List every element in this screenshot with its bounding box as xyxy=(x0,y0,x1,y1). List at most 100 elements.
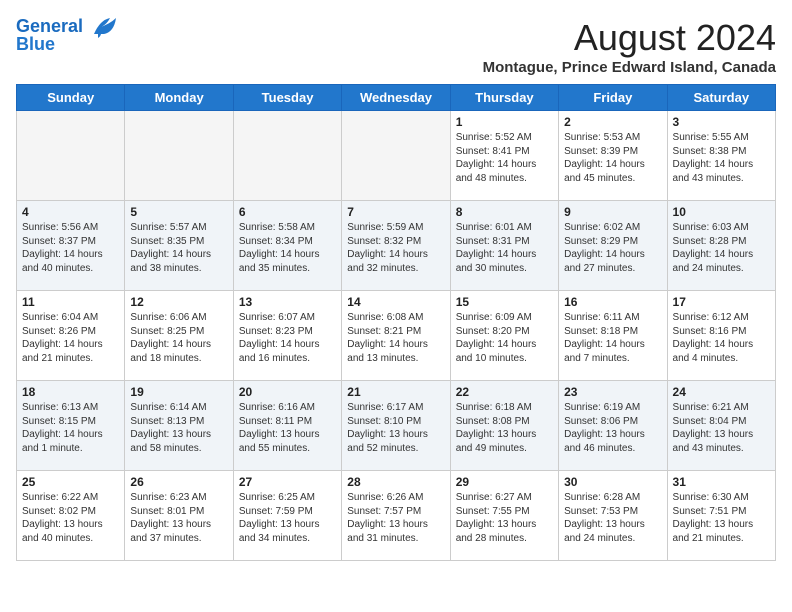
day-cell-10: 10Sunrise: 6:03 AM Sunset: 8:28 PM Dayli… xyxy=(667,201,775,291)
day-number: 28 xyxy=(347,475,444,489)
day-info: Sunrise: 6:01 AM Sunset: 8:31 PM Dayligh… xyxy=(456,221,553,275)
day-cell-4: 4 Sunrise: 5:56 AM Sunset: 8:37 PM Daylig… xyxy=(17,201,125,291)
day-cell-1: 1Sunrise: 5:52 AM Sunset: 8:41 PM Daylig… xyxy=(450,111,558,201)
day-cell-21: 21 Sunrise: 6:17 AM Sunset: 8:10 PM Dayli… xyxy=(342,381,450,471)
day-info: Sunrise: 6:28 AM Sunset: 7:53 PM Dayligh… xyxy=(564,491,661,545)
day-info: Sunrise: 6:02 AM Sunset: 8:29 PM Dayligh… xyxy=(564,221,661,275)
day-info: Sunrise: 6:18 AM Sunset: 8:08 PM Dayligh… xyxy=(456,401,553,455)
day-number: 15 xyxy=(456,295,553,309)
logo: General Blue xyxy=(16,16,118,55)
day-cell-30: 30 Sunrise: 6:28 AM Sunset: 7:53 PM Dayli… xyxy=(559,471,667,561)
calendar-title: August 2024 xyxy=(483,16,776,59)
day-cell-7: 7Sunrise: 5:59 AM Sunset: 8:32 PM Daylig… xyxy=(342,201,450,291)
day-info: Sunrise: 6:22 AM Sunset: 8:02 PM Dayligh… xyxy=(22,491,119,545)
day-cell-27: 27 Sunrise: 6:25 AM Sunset: 7:59 PM Dayli… xyxy=(233,471,341,561)
day-header-tuesday: Tuesday xyxy=(233,85,341,111)
day-cell-5: 5 Sunrise: 5:57 AM Sunset: 8:35 PM Daylig… xyxy=(125,201,233,291)
day-info: Sunrise: 6:25 AM Sunset: 7:59 PM Dayligh… xyxy=(239,491,336,545)
day-number: 5 xyxy=(130,205,227,219)
day-cell-14: 14 Sunrise: 6:08 AM Sunset: 8:21 PM Dayli… xyxy=(342,291,450,381)
day-cell-31: 31 Sunrise: 6:30 AM Sunset: 7:51 PM Dayli… xyxy=(667,471,775,561)
empty-cell xyxy=(17,111,125,201)
day-number: 16 xyxy=(564,295,661,309)
day-number: 2 xyxy=(564,115,661,129)
day-number: 11 xyxy=(22,295,119,309)
day-number: 8 xyxy=(456,205,553,219)
day-number: 17 xyxy=(673,295,770,309)
day-number: 23 xyxy=(564,385,661,399)
day-header-wednesday: Wednesday xyxy=(342,85,450,111)
empty-cell xyxy=(233,111,341,201)
day-number: 3 xyxy=(673,115,770,129)
day-info: Sunrise: 6:27 AM Sunset: 7:55 PM Dayligh… xyxy=(456,491,553,545)
day-number: 26 xyxy=(130,475,227,489)
day-cell-11: 11 Sunrise: 6:04 AM Sunset: 8:26 PM Dayli… xyxy=(17,291,125,381)
day-info: Sunrise: 6:12 AM Sunset: 8:16 PM Dayligh… xyxy=(673,311,770,365)
day-header-sunday: Sunday xyxy=(17,85,125,111)
day-number: 1 xyxy=(456,115,553,129)
day-number: 25 xyxy=(22,475,119,489)
day-cell-3: 3 Sunrise: 5:55 AM Sunset: 8:38 PM Daylig… xyxy=(667,111,775,201)
day-number: 12 xyxy=(130,295,227,309)
day-number: 29 xyxy=(456,475,553,489)
day-header-friday: Friday xyxy=(559,85,667,111)
day-info: Sunrise: 5:53 AM Sunset: 8:39 PM Dayligh… xyxy=(564,131,661,185)
day-info: Sunrise: 6:08 AM Sunset: 8:21 PM Dayligh… xyxy=(347,311,444,365)
day-number: 24 xyxy=(673,385,770,399)
title-area: August 2024 Montague, Prince Edward Isla… xyxy=(483,16,776,76)
day-cell-19: 19 Sunrise: 6:14 AM Sunset: 8:13 PM Dayli… xyxy=(125,381,233,471)
day-cell-6: 6 Sunrise: 5:58 AM Sunset: 8:34 PM Daylig… xyxy=(233,201,341,291)
day-number: 30 xyxy=(564,475,661,489)
day-info: Sunrise: 6:03 AM Sunset: 8:28 PM Dayligh… xyxy=(673,221,770,275)
day-info: Sunrise: 6:30 AM Sunset: 7:51 PM Dayligh… xyxy=(673,491,770,545)
day-cell-29: 29 Sunrise: 6:27 AM Sunset: 7:55 PM Dayli… xyxy=(450,471,558,561)
day-info: Sunrise: 5:56 AM Sunset: 8:37 PM Dayligh… xyxy=(22,221,119,275)
day-cell-24: 24 Sunrise: 6:21 AM Sunset: 8:04 PM Dayli… xyxy=(667,381,775,471)
day-number: 7 xyxy=(347,205,444,219)
day-info: Sunrise: 5:58 AM Sunset: 8:34 PM Dayligh… xyxy=(239,221,336,275)
day-info: Sunrise: 6:06 AM Sunset: 8:25 PM Dayligh… xyxy=(130,311,227,365)
day-number: 19 xyxy=(130,385,227,399)
day-number: 27 xyxy=(239,475,336,489)
day-number: 31 xyxy=(673,475,770,489)
day-info: Sunrise: 6:13 AM Sunset: 8:15 PM Dayligh… xyxy=(22,401,119,455)
day-info: Sunrise: 5:55 AM Sunset: 8:38 PM Dayligh… xyxy=(673,131,770,185)
day-cell-13: 13 Sunrise: 6:07 AM Sunset: 8:23 PM Dayli… xyxy=(233,291,341,381)
day-cell-20: 20 Sunrise: 6:16 AM Sunset: 8:11 PM Dayli… xyxy=(233,381,341,471)
day-number: 14 xyxy=(347,295,444,309)
calendar-subtitle: Montague, Prince Edward Island, Canada xyxy=(483,59,776,76)
day-info: Sunrise: 6:23 AM Sunset: 8:01 PM Dayligh… xyxy=(130,491,227,545)
logo-line2: Blue xyxy=(16,34,55,55)
logo-bird-icon xyxy=(90,16,118,38)
day-info: Sunrise: 6:17 AM Sunset: 8:10 PM Dayligh… xyxy=(347,401,444,455)
day-header-saturday: Saturday xyxy=(667,85,775,111)
day-number: 22 xyxy=(456,385,553,399)
day-info: Sunrise: 6:09 AM Sunset: 8:20 PM Dayligh… xyxy=(456,311,553,365)
day-cell-17: 17 Sunrise: 6:12 AM Sunset: 8:16 PM Dayli… xyxy=(667,291,775,381)
day-number: 9 xyxy=(564,205,661,219)
day-cell-26: 26 Sunrise: 6:23 AM Sunset: 8:01 PM Dayli… xyxy=(125,471,233,561)
day-cell-28: 28Sunrise: 6:26 AM Sunset: 7:57 PM Dayli… xyxy=(342,471,450,561)
day-cell-18: 18Sunrise: 6:13 AM Sunset: 8:15 PM Dayli… xyxy=(17,381,125,471)
day-number: 21 xyxy=(347,385,444,399)
day-cell-22: 22 Sunrise: 6:18 AM Sunset: 8:08 PM Dayli… xyxy=(450,381,558,471)
empty-cell xyxy=(125,111,233,201)
day-cell-16: 16 Sunrise: 6:11 AM Sunset: 8:18 PM Dayli… xyxy=(559,291,667,381)
day-info: Sunrise: 6:21 AM Sunset: 8:04 PM Dayligh… xyxy=(673,401,770,455)
day-info: Sunrise: 6:11 AM Sunset: 8:18 PM Dayligh… xyxy=(564,311,661,365)
day-header-monday: Monday xyxy=(125,85,233,111)
day-cell-9: 9 Sunrise: 6:02 AM Sunset: 8:29 PM Daylig… xyxy=(559,201,667,291)
day-number: 6 xyxy=(239,205,336,219)
day-info: Sunrise: 6:16 AM Sunset: 8:11 PM Dayligh… xyxy=(239,401,336,455)
day-info: Sunrise: 6:04 AM Sunset: 8:26 PM Dayligh… xyxy=(22,311,119,365)
day-number: 20 xyxy=(239,385,336,399)
day-info: Sunrise: 6:14 AM Sunset: 8:13 PM Dayligh… xyxy=(130,401,227,455)
day-number: 13 xyxy=(239,295,336,309)
day-number: 4 xyxy=(22,205,119,219)
day-cell-25: 25 Sunrise: 6:22 AM Sunset: 8:02 PM Dayli… xyxy=(17,471,125,561)
calendar-table: SundayMondayTuesdayWednesdayThursdayFrid… xyxy=(16,84,776,561)
empty-cell xyxy=(342,111,450,201)
day-info: Sunrise: 6:07 AM Sunset: 8:23 PM Dayligh… xyxy=(239,311,336,365)
day-header-thursday: Thursday xyxy=(450,85,558,111)
day-info: Sunrise: 5:57 AM Sunset: 8:35 PM Dayligh… xyxy=(130,221,227,275)
